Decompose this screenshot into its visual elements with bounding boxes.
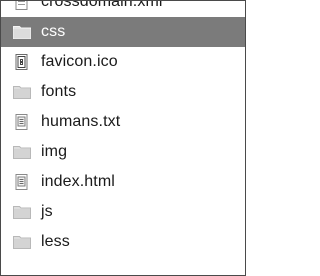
html-file-icon (13, 174, 31, 190)
file-name: index.html (41, 173, 115, 190)
file-name: img (41, 143, 68, 160)
file-row-img[interactable]: img (1, 137, 245, 167)
file-name: crossdomain.xml (41, 0, 163, 10)
file-row-less[interactable]: less (1, 227, 245, 257)
folder-icon (13, 234, 31, 249)
document-icon (13, 1, 31, 10)
folder-icon (13, 204, 31, 219)
file-name: favicon.ico (41, 53, 118, 70)
folder-icon (13, 144, 31, 159)
folder-icon (13, 84, 31, 99)
image-file-icon (13, 54, 31, 70)
file-row-fonts[interactable]: fonts (1, 77, 245, 107)
file-name: humans.txt (41, 113, 121, 130)
file-row-crossdomain-xml[interactable]: crossdomain.xml (1, 0, 245, 17)
file-row-humans-txt[interactable]: humans.txt (1, 107, 245, 137)
file-name: js (41, 203, 53, 220)
file-row-index-html[interactable]: index.html (1, 167, 245, 197)
text-file-icon (13, 114, 31, 130)
file-list: crossdomain.xml css favicon.ico fonts hu… (1, 0, 245, 257)
file-row-js[interactable]: js (1, 197, 245, 227)
file-name: css (41, 23, 66, 40)
file-list-window: crossdomain.xml css favicon.ico fonts hu… (0, 0, 246, 276)
file-row-favicon-ico[interactable]: favicon.ico (1, 47, 245, 77)
file-row-css[interactable]: css (1, 17, 245, 47)
folder-icon (13, 24, 31, 39)
file-name: less (41, 233, 70, 250)
file-name: fonts (41, 83, 77, 100)
